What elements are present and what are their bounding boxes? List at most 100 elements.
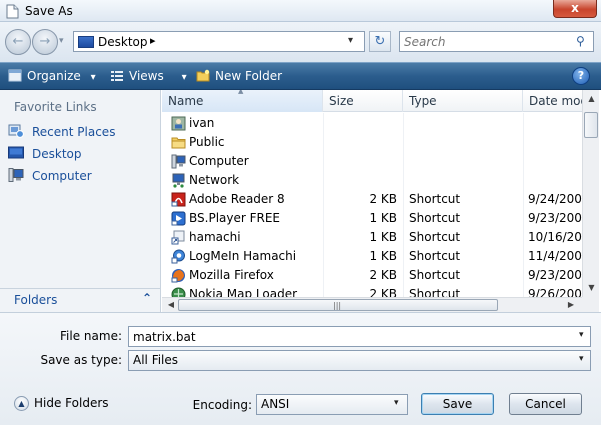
table-row[interactable]: Mozilla Firefox 2 KB Shortcut 9/23/2009: [162, 266, 582, 285]
desktop-icon: [8, 146, 24, 159]
file-size: 2 KB: [369, 192, 397, 206]
organize-button[interactable]: Organize ▾: [8, 68, 96, 86]
save-as-type-value: All Files: [133, 353, 179, 367]
table-row[interactable]: BS.Player FREE 1 KB Shortcut 9/23/2009: [162, 209, 582, 228]
file-date: 9/26/2009: [528, 287, 582, 297]
close-button[interactable]: x: [553, 0, 597, 18]
views-icon: [111, 71, 123, 81]
column-header-size[interactable]: Size: [323, 90, 403, 112]
new-folder-icon: [196, 69, 210, 82]
scrollbar-corner: [582, 297, 599, 312]
address-bar[interactable]: Desktop ▸ ▾: [73, 31, 365, 52]
network-icon: [172, 173, 185, 188]
new-folder-button[interactable]: New Folder: [196, 68, 282, 86]
sidebar-item-label: Computer: [32, 169, 92, 183]
chevron-up-icon: ▲: [14, 396, 29, 411]
table-row[interactable]: ivan: [162, 114, 582, 133]
scroll-down-button[interactable]: ▼: [584, 280, 599, 295]
refresh-button[interactable]: ↻: [369, 31, 391, 52]
views-dropdown-icon: ▾: [181, 72, 187, 83]
adobe-reader-icon: [171, 192, 186, 207]
file-name: Mozilla Firefox: [189, 268, 274, 282]
file-name: LogMeIn Hamachi: [189, 249, 297, 263]
scroll-right-button[interactable]: ▶: [564, 298, 578, 312]
new-folder-label: New Folder: [215, 69, 283, 83]
scroll-up-button[interactable]: ▲: [584, 91, 599, 106]
table-row[interactable]: hamachi 1 KB Shortcut 10/16/2009: [162, 228, 582, 247]
save-as-type-label: Save as type:: [40, 353, 122, 367]
search-icon[interactable]: ⚲: [576, 34, 585, 48]
folders-label: Folders: [14, 293, 58, 307]
file-name: Nokia Map Loader: [189, 287, 298, 297]
file-name-label: File name:: [60, 329, 122, 343]
file-name: ivan: [189, 116, 215, 130]
file-list[interactable]: Name Size Type Date mod ▲ ivan Public: [162, 90, 601, 312]
address-breadcrumb-desktop[interactable]: Desktop: [98, 35, 148, 49]
sidebar-item-computer[interactable]: Computer: [8, 167, 92, 185]
table-row[interactable]: Adobe Reader 8 2 KB Shortcut 9/24/2009: [162, 190, 582, 209]
vertical-scrollbar[interactable]: ▲ ▼: [582, 90, 599, 297]
file-name-combobox[interactable]: ▾: [128, 326, 591, 347]
back-arrow-icon: ←: [12, 34, 24, 49]
file-type: Shortcut: [409, 192, 461, 206]
help-icon[interactable]: ?: [572, 67, 590, 85]
table-row[interactable]: Public: [162, 133, 582, 152]
hamachi-icon: [171, 249, 185, 264]
organize-label: Organize: [27, 69, 81, 83]
computer-icon: [8, 168, 24, 182]
column-header: Name Size Type Date mod ▲: [162, 90, 582, 112]
recent-places-icon: [8, 124, 24, 138]
file-date: 9/24/2009: [528, 192, 582, 206]
chevron-down-icon[interactable]: ▾: [579, 330, 584, 340]
table-row[interactable]: Network: [162, 171, 582, 190]
encoding-label: Encoding:: [192, 398, 252, 412]
folders-toggle[interactable]: Folders ⌃: [0, 288, 160, 312]
table-row[interactable]: Computer: [162, 152, 582, 171]
table-row[interactable]: LogMeIn Hamachi 1 KB Shortcut 11/4/2009: [162, 247, 582, 266]
hide-folders-label: Hide Folders: [34, 396, 109, 410]
file-name: Computer: [189, 154, 249, 168]
encoding-select[interactable]: ANSI ▾: [256, 394, 408, 415]
file-rows: ivan Public Computer Network Adobe Reade…: [162, 113, 582, 297]
forward-arrow-icon: →: [39, 34, 51, 49]
horizontal-scrollbar[interactable]: ◀ ||| ▶: [162, 297, 582, 312]
vertical-scroll-thumb[interactable]: [584, 112, 598, 138]
search-input[interactable]: [404, 34, 574, 50]
file-type: Shortcut: [409, 268, 461, 282]
cancel-button[interactable]: Cancel: [509, 393, 582, 415]
horizontal-scroll-thumb[interactable]: |||: [178, 299, 498, 311]
views-label: Views: [129, 69, 164, 83]
organize-icon: [8, 69, 22, 82]
column-header-date-modified[interactable]: Date mod: [523, 90, 582, 112]
sidebar-item-desktop[interactable]: Desktop: [8, 145, 82, 163]
hide-folders-button[interactable]: ▲ Hide Folders: [14, 394, 109, 412]
forward-button[interactable]: →: [32, 29, 58, 55]
column-header-type[interactable]: Type: [403, 90, 523, 112]
window-title: Save As: [25, 4, 73, 18]
firefox-icon: [171, 269, 185, 283]
address-dropdown-icon[interactable]: ▾: [348, 35, 353, 46]
desktop-icon: [78, 36, 94, 48]
file-date: 9/23/2009: [528, 211, 582, 225]
title-bar: Save As x: [0, 0, 601, 22]
save-options-panel: File name: ▾ Save as type: All Files ▾ ▲…: [0, 312, 601, 425]
search-box[interactable]: ⚲: [399, 31, 594, 52]
save-as-type-select[interactable]: All Files ▾: [128, 350, 591, 371]
save-button[interactable]: Save: [421, 393, 494, 415]
file-name-input[interactable]: [133, 329, 563, 344]
favorite-links-header: Favorite Links: [14, 100, 97, 114]
recent-locations-dropdown[interactable]: ▾: [59, 36, 71, 48]
sidebar-item-label: Recent Places: [32, 125, 116, 139]
table-row[interactable]: Nokia Map Loader 2 KB Shortcut 9/26/2009: [162, 285, 582, 297]
scroll-left-button[interactable]: ◀: [164, 298, 178, 312]
file-name: Adobe Reader 8: [189, 192, 285, 206]
sidebar-item-recent-places[interactable]: Recent Places: [8, 123, 115, 141]
file-name: BS.Player FREE: [189, 211, 281, 225]
views-button[interactable]: Views ▾: [110, 68, 187, 86]
user-folder-icon: [171, 116, 186, 131]
breadcrumb-chevron-icon[interactable]: ▸: [150, 34, 156, 47]
back-button[interactable]: ←: [5, 29, 31, 55]
file-type: Shortcut: [409, 249, 461, 263]
file-type: Shortcut: [409, 287, 461, 297]
shortcut-icon: [171, 230, 185, 245]
